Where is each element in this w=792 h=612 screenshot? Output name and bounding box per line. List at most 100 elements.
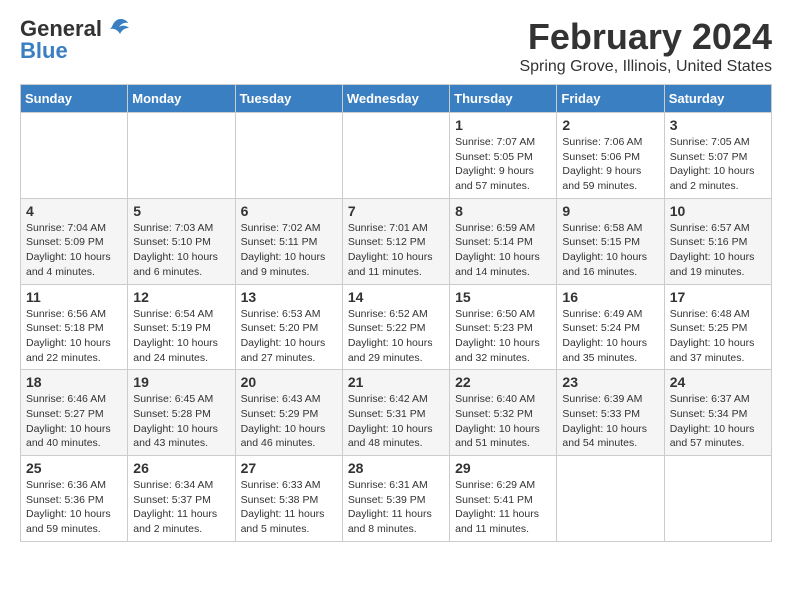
calendar-cell: 18 Sunrise: 6:46 AM Sunset: 5:27 PM Dayli… [21,370,128,456]
day-info: Sunrise: 6:36 AM Sunset: 5:36 PM Dayligh… [26,478,122,537]
day-info: Sunrise: 7:05 AM Sunset: 5:07 PM Dayligh… [670,135,766,194]
header: General Blue February 2024 Spring Grove,… [20,16,772,76]
day-info: Sunrise: 6:59 AM Sunset: 5:14 PM Dayligh… [455,221,551,280]
calendar-cell: 23Sunrise: 6:39 AM Sunset: 5:33 PM Dayli… [557,370,664,456]
calendar-cell [21,113,128,199]
day-info: Sunrise: 6:52 AM Sunset: 5:22 PM Dayligh… [348,307,444,366]
day-info: Sunrise: 6:46 AM Sunset: 5:27 PM Dayligh… [26,392,122,451]
day-info: Sunrise: 6:34 AM Sunset: 5:37 PM Dayligh… [133,478,229,537]
calendar-cell: 17 Sunrise: 6:48 AM Sunset: 5:25 PM Dayli… [664,284,771,370]
calendar-cell [664,456,771,542]
day-number: 16 [562,289,658,305]
day-number: 12 [133,289,229,305]
day-number: 17 [670,289,766,305]
day-info: Sunrise: 6:45 AM Sunset: 5:28 PM Dayligh… [133,392,229,451]
day-info: Sunrise: 6:29 AM Sunset: 5:41 PM Dayligh… [455,478,551,537]
calendar-cell: 12 Sunrise: 6:54 AM Sunset: 5:19 PM Dayli… [128,284,235,370]
day-info: Sunrise: 6:37 AM Sunset: 5:34 PM Dayligh… [670,392,766,451]
day-info: Sunrise: 7:04 AM Sunset: 5:09 PM Dayligh… [26,221,122,280]
day-info: Sunrise: 6:58 AM Sunset: 5:15 PM Dayligh… [562,221,658,280]
day-number: 3 [670,117,766,133]
day-number: 4 [26,203,122,219]
calendar-cell: 26 Sunrise: 6:34 AM Sunset: 5:37 PM Dayli… [128,456,235,542]
calendar-row-3: 18 Sunrise: 6:46 AM Sunset: 5:27 PM Dayli… [21,370,772,456]
day-number: 5 [133,203,229,219]
day-number: 19 [133,374,229,390]
calendar-cell: 28 Sunrise: 6:31 AM Sunset: 5:39 PM Dayli… [342,456,449,542]
day-number: 26 [133,460,229,476]
day-number: 6 [241,203,337,219]
calendar-row-1: 4 Sunrise: 7:04 AM Sunset: 5:09 PM Daylig… [21,198,772,284]
calendar-cell: 1 Sunrise: 7:07 AM Sunset: 5:05 PM Daylig… [450,113,557,199]
day-info: Sunrise: 7:07 AM Sunset: 5:05 PM Dayligh… [455,135,551,194]
calendar-cell: 16 Sunrise: 6:49 AM Sunset: 5:24 PM Dayli… [557,284,664,370]
calendar-row-4: 25 Sunrise: 6:36 AM Sunset: 5:36 PM Dayli… [21,456,772,542]
calendar-cell: 24 Sunrise: 6:37 AM Sunset: 5:34 PM Dayli… [664,370,771,456]
day-number: 24 [670,374,766,390]
day-info: Sunrise: 6:40 AM Sunset: 5:32 PM Dayligh… [455,392,551,451]
header-thursday: Thursday [450,85,557,113]
location-title: Spring Grove, Illinois, United States [519,58,772,76]
day-number: 29 [455,460,551,476]
day-info: Sunrise: 6:42 AM Sunset: 5:31 PM Dayligh… [348,392,444,451]
header-saturday: Saturday [664,85,771,113]
calendar-row-2: 11 Sunrise: 6:56 AM Sunset: 5:18 PM Dayli… [21,284,772,370]
day-info: Sunrise: 7:01 AM Sunset: 5:12 PM Dayligh… [348,221,444,280]
day-number: 18 [26,374,122,390]
day-number: 11 [26,289,122,305]
logo-bird-icon [104,18,130,40]
day-number: 10 [670,203,766,219]
calendar-cell: 4 Sunrise: 7:04 AM Sunset: 5:09 PM Daylig… [21,198,128,284]
header-row: Sunday Monday Tuesday Wednesday Thursday… [21,85,772,113]
calendar-cell [342,113,449,199]
day-number: 13 [241,289,337,305]
month-title: February 2024 [519,16,772,58]
calendar-cell [128,113,235,199]
calendar-cell: 10Sunrise: 6:57 AM Sunset: 5:16 PM Dayli… [664,198,771,284]
calendar-cell: 7Sunrise: 7:01 AM Sunset: 5:12 PM Daylig… [342,198,449,284]
day-number: 9 [562,203,658,219]
calendar-cell: 29 Sunrise: 6:29 AM Sunset: 5:41 PM Dayli… [450,456,557,542]
calendar-cell: 5 Sunrise: 7:03 AM Sunset: 5:10 PM Daylig… [128,198,235,284]
day-info: Sunrise: 6:54 AM Sunset: 5:19 PM Dayligh… [133,307,229,366]
day-info: Sunrise: 6:31 AM Sunset: 5:39 PM Dayligh… [348,478,444,537]
title-area: February 2024 Spring Grove, Illinois, Un… [519,16,772,76]
day-number: 1 [455,117,551,133]
header-wednesday: Wednesday [342,85,449,113]
header-tuesday: Tuesday [235,85,342,113]
day-info: Sunrise: 6:43 AM Sunset: 5:29 PM Dayligh… [241,392,337,451]
calendar-cell: 19 Sunrise: 6:45 AM Sunset: 5:28 PM Dayli… [128,370,235,456]
calendar-cell: 3 Sunrise: 7:05 AM Sunset: 5:07 PM Daylig… [664,113,771,199]
day-info: Sunrise: 7:06 AM Sunset: 5:06 PM Dayligh… [562,135,658,194]
calendar-body: 1 Sunrise: 7:07 AM Sunset: 5:05 PM Daylig… [21,113,772,542]
calendar-cell: 15Sunrise: 6:50 AM Sunset: 5:23 PM Dayli… [450,284,557,370]
day-number: 22 [455,374,551,390]
header-friday: Friday [557,85,664,113]
calendar-cell: 6Sunrise: 7:02 AM Sunset: 5:11 PM Daylig… [235,198,342,284]
day-info: Sunrise: 6:39 AM Sunset: 5:33 PM Dayligh… [562,392,658,451]
day-number: 20 [241,374,337,390]
calendar-cell: 13 Sunrise: 6:53 AM Sunset: 5:20 PM Dayli… [235,284,342,370]
day-info: Sunrise: 6:48 AM Sunset: 5:25 PM Dayligh… [670,307,766,366]
calendar-cell: 20 Sunrise: 6:43 AM Sunset: 5:29 PM Dayli… [235,370,342,456]
calendar-cell [235,113,342,199]
calendar-cell [557,456,664,542]
logo-blue-text: Blue [20,38,68,64]
calendar-cell: 8 Sunrise: 6:59 AM Sunset: 5:14 PM Daylig… [450,198,557,284]
calendar-cell: 25 Sunrise: 6:36 AM Sunset: 5:36 PM Dayli… [21,456,128,542]
day-info: Sunrise: 6:53 AM Sunset: 5:20 PM Dayligh… [241,307,337,366]
day-info: Sunrise: 6:49 AM Sunset: 5:24 PM Dayligh… [562,307,658,366]
calendar-row-0: 1 Sunrise: 7:07 AM Sunset: 5:05 PM Daylig… [21,113,772,199]
day-number: 28 [348,460,444,476]
day-number: 15 [455,289,551,305]
day-info: Sunrise: 6:56 AM Sunset: 5:18 PM Dayligh… [26,307,122,366]
day-number: 25 [26,460,122,476]
calendar-cell: 2Sunrise: 7:06 AM Sunset: 5:06 PM Daylig… [557,113,664,199]
logo: General Blue [20,16,130,64]
calendar-cell: 11 Sunrise: 6:56 AM Sunset: 5:18 PM Dayli… [21,284,128,370]
day-info: Sunrise: 7:03 AM Sunset: 5:10 PM Dayligh… [133,221,229,280]
calendar-cell: 9 Sunrise: 6:58 AM Sunset: 5:15 PM Daylig… [557,198,664,284]
calendar-cell: 21Sunrise: 6:42 AM Sunset: 5:31 PM Dayli… [342,370,449,456]
day-number: 14 [348,289,444,305]
day-number: 8 [455,203,551,219]
